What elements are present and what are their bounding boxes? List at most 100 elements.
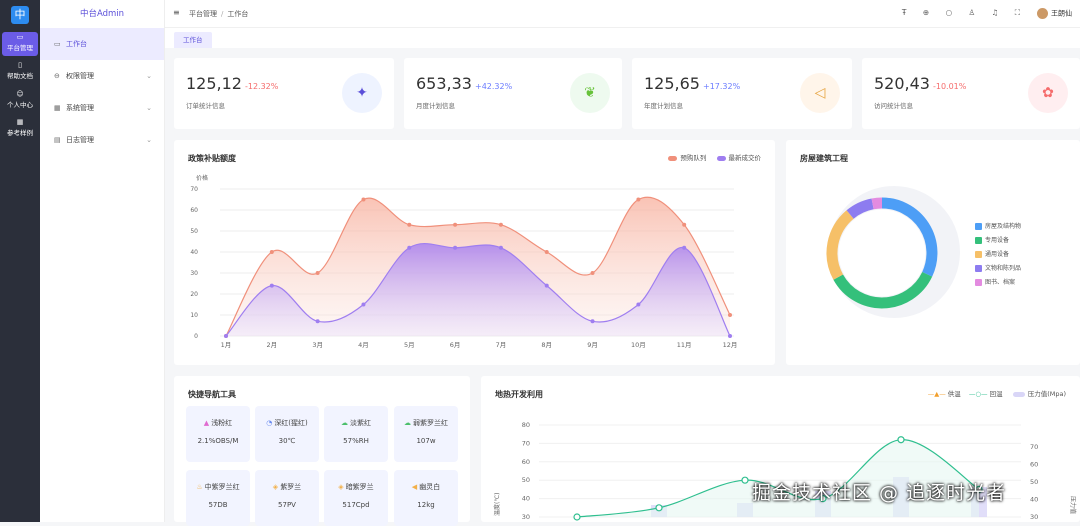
fullscreen-icon[interactable]: ⛶ bbox=[1015, 8, 1020, 17]
rail-item-profile[interactable]: ☺ 个人中心 bbox=[2, 89, 38, 113]
user-menu[interactable]: 王朗仙 bbox=[1037, 8, 1072, 19]
stat-value: 520,43 bbox=[874, 74, 930, 93]
gauge-icon: ◈ bbox=[272, 483, 279, 491]
donut-chart-card: 房屋建筑工程 bbox=[786, 140, 1080, 365]
data-point bbox=[361, 197, 366, 202]
data-point bbox=[682, 245, 687, 250]
language-icon[interactable]: ⊕ bbox=[923, 8, 929, 17]
grid-icon: ▦ bbox=[16, 118, 24, 126]
x-tick-label: 3月 bbox=[312, 341, 323, 349]
y-tick-label: 50 bbox=[522, 476, 530, 484]
theme-icon[interactable]: ♙ bbox=[969, 8, 976, 17]
windows-icon: ▦ bbox=[54, 104, 61, 112]
data-point bbox=[269, 250, 274, 254]
data-point bbox=[315, 319, 320, 324]
legend-swatch bbox=[975, 223, 982, 230]
data-point bbox=[498, 245, 503, 250]
stat-change: -10.01% bbox=[932, 82, 967, 91]
quick-nav-item[interactable]: ☁ 淡紫红 57%RH bbox=[324, 406, 388, 462]
chevron-down-icon: ⌄ bbox=[146, 136, 152, 144]
app-rail: 中 ▭ 平台管理 ▯ 帮助文档 ☺ 个人中心 ▦ 参考样例 bbox=[0, 0, 40, 522]
quick-nav-item[interactable]: ◔ 深红(猩红) 30℃ bbox=[255, 406, 319, 462]
speaker-icon: ◀ bbox=[411, 483, 418, 491]
x-tick-label: 1月 bbox=[221, 341, 232, 349]
rail-item-help[interactable]: ▯ 帮助文档 bbox=[2, 60, 38, 84]
y-tick-label: 50 bbox=[1030, 478, 1038, 486]
brand-title: 中台Admin bbox=[79, 9, 125, 19]
quick-nav-item[interactable]: ☁ 弱紫罗兰红 107w bbox=[394, 406, 458, 462]
tabs-bar: 工作台 bbox=[165, 28, 1080, 48]
menu-toggle-icon[interactable]: ≡ bbox=[173, 8, 180, 17]
rail-item-platform[interactable]: ▭ 平台管理 bbox=[2, 32, 38, 56]
data-point bbox=[224, 334, 228, 338]
data-point bbox=[453, 222, 458, 227]
x-tick-label: 5月 bbox=[404, 341, 415, 349]
cat-icon: ✿ bbox=[1028, 73, 1068, 113]
y-axis-label: 温度(℃) bbox=[493, 493, 501, 516]
legend-swatch bbox=[975, 251, 982, 258]
data-point bbox=[573, 513, 581, 521]
app-logo[interactable]: 中 bbox=[11, 6, 29, 24]
bell-icon[interactable]: ♫ bbox=[992, 8, 999, 17]
stat-value: 125,65 bbox=[644, 74, 700, 93]
y-tick-label: 80 bbox=[522, 421, 530, 429]
sidebar-item-logs[interactable]: ▤ 日志管理 ⌄ bbox=[40, 124, 164, 156]
triangle-icon: ▲ bbox=[203, 419, 210, 427]
data-point bbox=[590, 319, 595, 324]
sidebar-item-permissions[interactable]: ⊖ 权限管理 ⌄ bbox=[40, 60, 164, 92]
monitor-icon: ▭ bbox=[16, 33, 24, 41]
y-tick-label: 40 bbox=[522, 495, 530, 503]
y-tick-label: 70 bbox=[522, 439, 530, 447]
y-tick-label: 70 bbox=[1030, 443, 1038, 451]
rail-item-samples[interactable]: ▦ 参考样例 bbox=[2, 117, 38, 141]
quick-nav-item[interactable]: ◈ 紫罗兰 57PV bbox=[255, 470, 319, 526]
sound-icon: ♨ bbox=[196, 483, 203, 491]
data-point bbox=[728, 313, 732, 317]
legend-item[interactable]: 文物和陈列品 bbox=[975, 263, 1021, 272]
quick-nav-card: 快捷导航工具 ▲ 浅粉红 2.1%OBS/M ◔ 深红(猩红) 30℃ ☁ 淡紫红 57%R… bbox=[174, 376, 470, 526]
quick-nav-item[interactable]: ▲ 浅粉红 2.1%OBS/M bbox=[186, 406, 250, 462]
thermometer-icon: ◔ bbox=[266, 419, 273, 427]
x-tick-label: 11月 bbox=[677, 341, 692, 349]
log-icon: ▤ bbox=[54, 136, 61, 144]
search-icon[interactable]: ○ bbox=[946, 8, 953, 17]
donut-chart bbox=[826, 186, 960, 318]
legend-item[interactable]: 专用设备 bbox=[975, 235, 1009, 244]
breadcrumb-item[interactable]: 平台管理 bbox=[189, 10, 217, 18]
data-point bbox=[741, 476, 749, 484]
legend-item[interactable]: 图书、档案 bbox=[975, 277, 1015, 286]
data-point bbox=[682, 222, 687, 227]
data-point bbox=[453, 245, 458, 250]
quick-nav-item[interactable]: ♨ 中紫罗兰红 57DB bbox=[186, 470, 250, 526]
stat-card-monthly: 653,33 +42.32% 月度计划信息 ❦ bbox=[404, 58, 622, 129]
breadcrumb-item: 工作台 bbox=[227, 10, 249, 18]
gauge-icon: ◈ bbox=[338, 483, 344, 491]
data-point bbox=[897, 436, 905, 444]
data-point bbox=[269, 283, 274, 288]
data-point bbox=[498, 222, 503, 227]
quick-nav-item[interactable]: ◀ 幽灵白 12kg bbox=[394, 470, 458, 526]
tab-workbench[interactable]: 工作台 bbox=[174, 32, 212, 48]
font-size-icon[interactable]: Ŧ bbox=[902, 8, 907, 17]
y-axis-label: 压力值 bbox=[1069, 496, 1077, 514]
sidebar-item-workbench[interactable]: ▭ 工作台 bbox=[40, 28, 164, 60]
sidebar-item-system[interactable]: ▦ 系统管理 ⌄ bbox=[40, 92, 164, 124]
x-tick-label: 12月 bbox=[723, 341, 738, 349]
y-tick-label: 40 bbox=[190, 249, 198, 256]
stat-label: 访问统计信息 bbox=[874, 102, 913, 110]
quick-nav-item[interactable]: ◈ 暗紫罗兰 517Cpd bbox=[324, 470, 388, 526]
legend-item[interactable]: 房屋及结构物 bbox=[975, 221, 1021, 230]
data-point bbox=[544, 283, 549, 288]
legend-swatch bbox=[975, 279, 982, 286]
x-tick-label: 2月 bbox=[266, 341, 277, 349]
data-point bbox=[590, 271, 595, 275]
legend-item[interactable]: 通用设备 bbox=[975, 249, 1009, 258]
user-name: 王朗仙 bbox=[1051, 9, 1072, 18]
y-tick-label: 30 bbox=[522, 513, 530, 521]
data-point bbox=[636, 302, 641, 307]
shield-icon: ⊖ bbox=[54, 72, 60, 80]
data-point bbox=[655, 504, 663, 512]
y-tick-label: 10 bbox=[190, 312, 198, 319]
stat-change: +42.32% bbox=[474, 82, 513, 91]
doc-icon: ▯ bbox=[18, 61, 22, 69]
